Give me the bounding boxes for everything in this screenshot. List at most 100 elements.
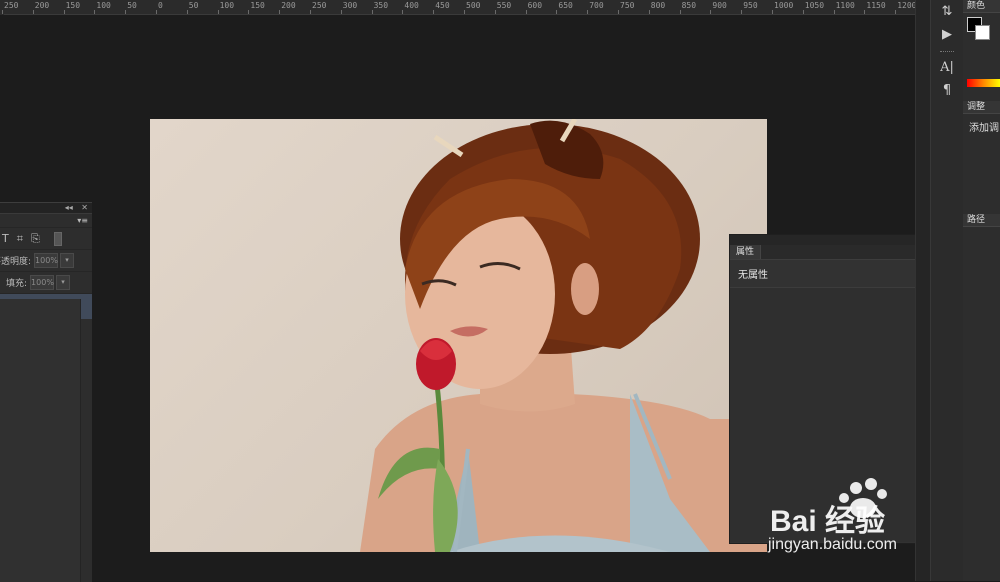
ruler-tick-mark: [371, 10, 373, 14]
ruler-tick-mark: [772, 10, 773, 14]
ruler-tick-label: 850: [681, 1, 697, 10]
tab-color[interactable]: 颜色: [963, 0, 1000, 13]
ruler-tick-mark: [186, 10, 188, 14]
ruler-tick-mark: [648, 10, 650, 14]
ruler-tick-label: 550: [496, 1, 512, 10]
ruler-tick-label: 100: [219, 1, 235, 10]
right-panels: 颜色 调整 添加调 路径: [963, 0, 1000, 581]
ruler-tick-label: 750: [620, 1, 635, 10]
ruler-tick-mark: [125, 10, 127, 14]
color-swatches: [963, 13, 1000, 87]
ruler-tick-mark: [32, 10, 34, 14]
baidu-watermark: Bai 经验 jingyan.baidu.com: [768, 478, 968, 558]
opacity-row: 不透明度: 100% ▾: [0, 250, 92, 272]
ruler-tick-mark: [340, 10, 342, 14]
ruler-tick-mark: [556, 10, 558, 14]
ruler-tick-mark: [710, 10, 712, 14]
shape-filter-icon[interactable]: ⌗: [17, 232, 23, 246]
ruler-tick-mark: [802, 10, 804, 14]
ruler-tick-mark: [618, 10, 619, 14]
ruler-tick-mark: [525, 10, 527, 14]
ruler-tick-mark: [217, 10, 219, 14]
ruler-tick-label: 500: [466, 1, 481, 10]
filter-toggle-icon[interactable]: [53, 231, 62, 246]
ruler-tick-mark: [310, 10, 311, 14]
type-filter-icon[interactable]: T: [2, 232, 9, 245]
ruler-tick-label: 800: [650, 1, 666, 10]
ruler-tick-mark: [494, 10, 496, 14]
fill-label: 填充:: [6, 279, 28, 289]
opacity-field[interactable]: 100%: [34, 253, 59, 268]
ruler-tick-mark: [94, 10, 96, 14]
paragraph-icon[interactable]: ¶: [931, 83, 963, 98]
ruler-tick-label: 1150: [866, 1, 886, 10]
opacity-label: 不透明度:: [0, 257, 32, 267]
layer-filter-row: T ⌗ ⎘: [0, 228, 92, 250]
tab-properties[interactable]: 属性: [730, 245, 762, 259]
ruler-tick-label: 200: [281, 1, 296, 10]
ruler-tick-label: 1200: [897, 1, 915, 10]
ruler-tick-label: 300: [342, 1, 358, 10]
ruler-tick-mark: [864, 10, 866, 14]
ruler-tick-mark: [433, 10, 435, 14]
layers-panel: ◂◂ ✕ ▾≡ T ⌗ ⎘ 不透明度: 100% ▾ 填充: 100% ▾ 🔒︎: [0, 202, 92, 582]
character-icon[interactable]: A|: [931, 60, 963, 75]
fill-dropdown[interactable]: ▾: [56, 275, 71, 290]
ruler-tick-mark: [895, 10, 897, 14]
tab-paths[interactable]: 路径: [963, 214, 1000, 227]
fill-field[interactable]: 100%: [30, 275, 55, 290]
layers-menu-row: ▾≡: [0, 214, 92, 228]
ruler-tick-mark: [63, 10, 65, 14]
ruler-tick-label: 250: [4, 1, 19, 10]
ruler-tick-mark: [156, 10, 157, 14]
ruler-tick-label: 1100: [835, 1, 855, 10]
ruler-tick-label: 700: [589, 1, 604, 10]
ruler-tick-label: 900: [712, 1, 727, 10]
add-adjustment-label: 添加调: [969, 123, 999, 134]
ruler-tick-label: 50: [188, 1, 199, 10]
panel-menu-icon[interactable]: ▾≡: [77, 216, 88, 225]
ruler-tick-mark: [587, 10, 589, 14]
ruler-tick-mark: [279, 10, 281, 14]
ruler-tick-mark: [679, 10, 681, 14]
collapse-icon[interactable]: ◂◂: [65, 203, 73, 212]
ruler-tick-label: 150: [250, 1, 265, 10]
close-icon[interactable]: ✕: [81, 203, 88, 212]
opacity-dropdown[interactable]: ▾: [60, 253, 75, 268]
actions-play-icon[interactable]: ▶: [931, 27, 963, 42]
ruler-tick-mark: [464, 10, 465, 14]
watermark-url: jingyan.baidu.com: [768, 536, 897, 553]
ruler-tick-mark: [833, 10, 835, 14]
layers-list-area: [0, 299, 81, 582]
ruler-tick-label: 100: [96, 1, 111, 10]
document-image[interactable]: [150, 119, 767, 552]
ruler-tick-label: 150: [65, 1, 81, 10]
ruler-tick-mark: [741, 10, 743, 14]
ruler-tick-mark: [248, 10, 250, 14]
ruler-tick-label: 950: [743, 1, 758, 10]
portrait-photo: [360, 119, 767, 552]
ruler-tick-label: 0: [158, 1, 163, 10]
ruler-tick-label: 400: [404, 1, 419, 10]
adjustments-area: [963, 134, 1000, 214]
watermark-brand: Bai 经验: [770, 505, 886, 538]
ruler-tick-label: 1000: [774, 1, 794, 10]
ruler-tick-mark: [402, 10, 404, 14]
ruler-tick-label: 650: [558, 1, 573, 10]
divider: [940, 51, 954, 54]
ruler-tick-label: 50: [127, 1, 137, 10]
history-icon[interactable]: ⇅: [931, 4, 963, 19]
fill-row: 填充: 100% ▾: [0, 272, 92, 294]
ruler-tick-label: 450: [435, 1, 450, 10]
horizontal-ruler: 250 200 150 100 50 0 50 100 150 200 250 300 350 400 45…: [0, 0, 915, 15]
smart-object-filter-icon[interactable]: ⎘: [31, 232, 40, 246]
background-color-swatch[interactable]: [975, 25, 990, 40]
ruler-tick-label: 1050: [804, 1, 825, 10]
color-spectrum[interactable]: [967, 79, 1000, 87]
ruler-tick-label: 600: [527, 1, 543, 10]
ruler-tick-label: 250: [312, 1, 327, 10]
layers-panel-header: ◂◂ ✕: [0, 203, 92, 214]
ruler-tick-label: 200: [34, 1, 50, 10]
tab-adjustments[interactable]: 调整: [963, 101, 1000, 114]
ruler-tick-label: 350: [373, 1, 389, 10]
